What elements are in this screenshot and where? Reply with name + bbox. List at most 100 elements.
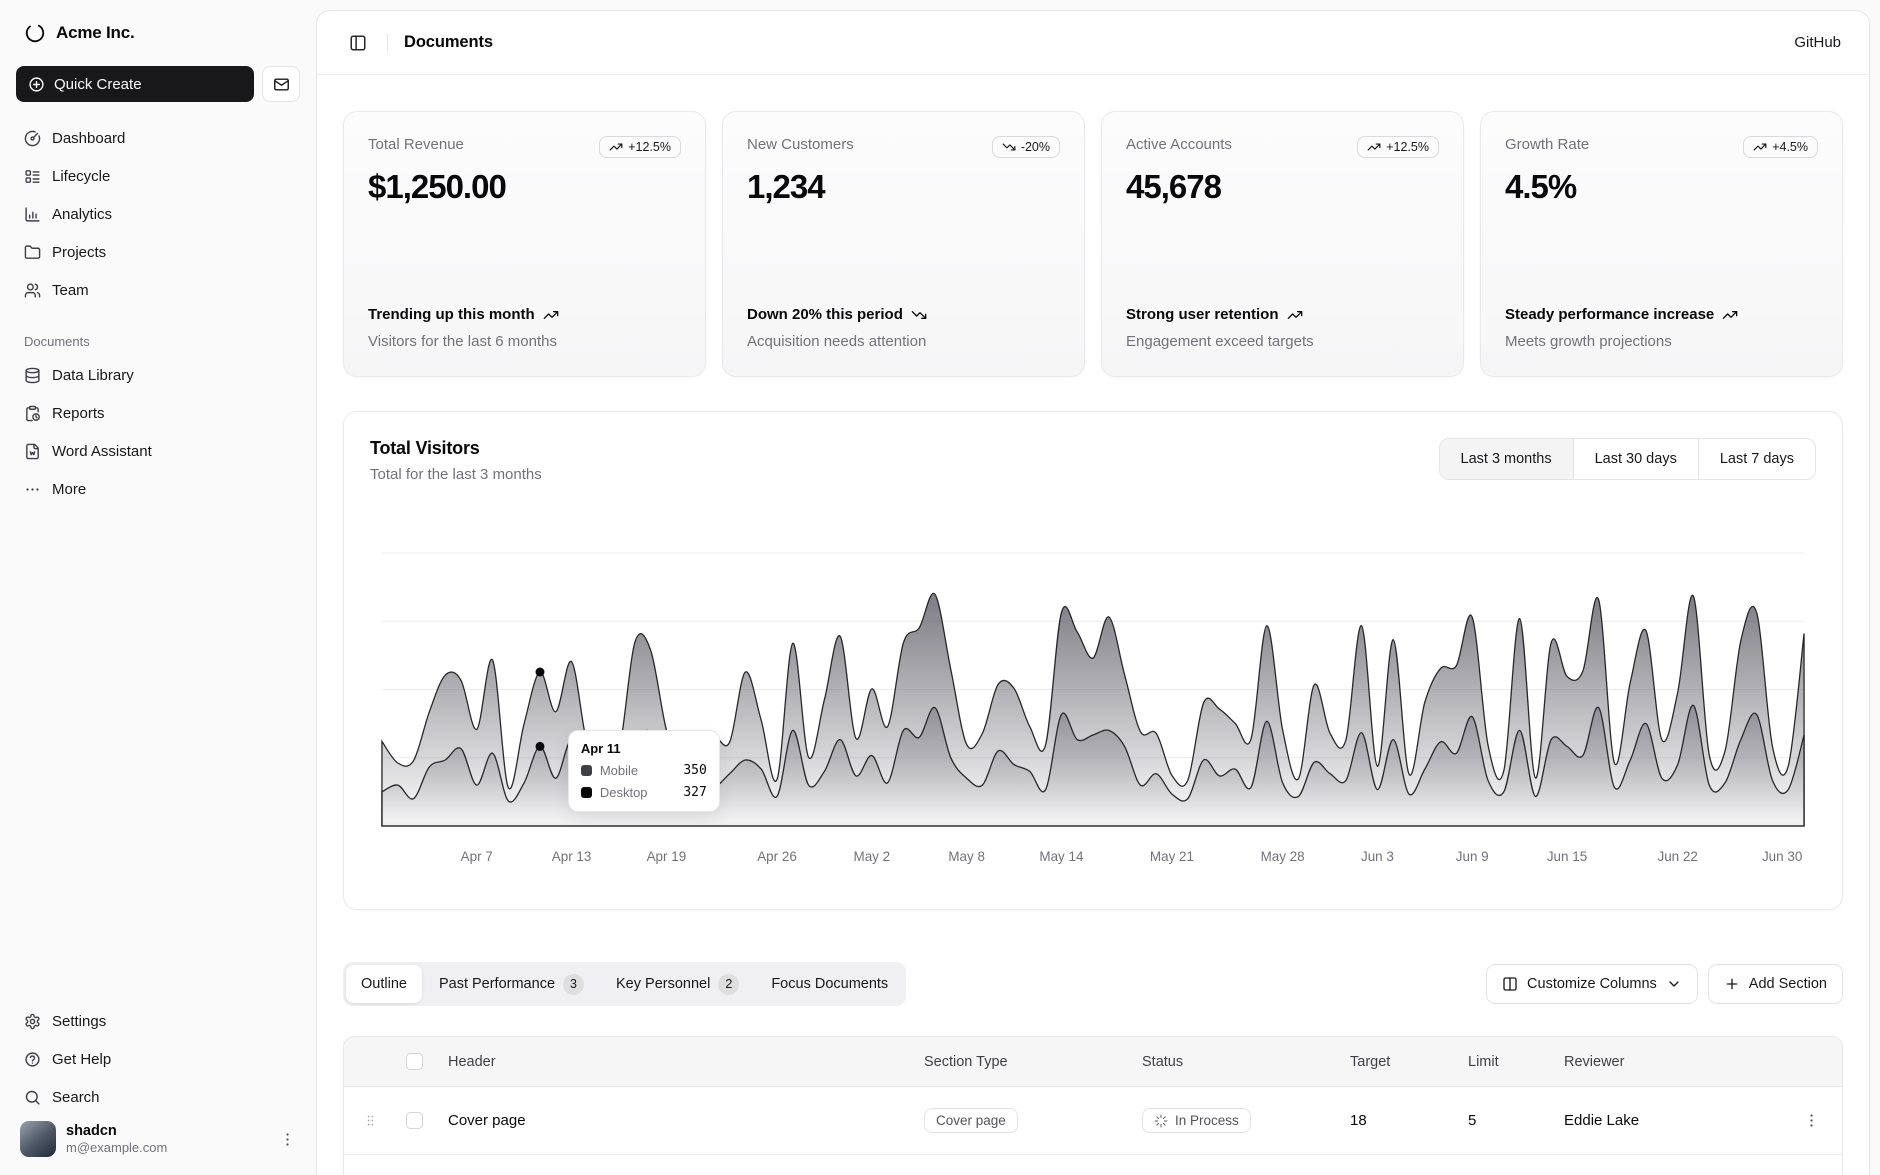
sidebar: Acme Inc. Quick Create Dashboard Lifecyc… (0, 0, 316, 1175)
trending-up-icon (1367, 140, 1381, 154)
visitors-area-chart[interactable]: Apr 7Apr 13Apr 19Apr 26May 2May 8May 14M… (370, 493, 1816, 883)
stat-card-growth-rate: Growth Rate +4.5% 4.5% Steady performanc… (1480, 111, 1843, 377)
gauge-icon (24, 130, 41, 147)
stat-value: 45,678 (1126, 168, 1439, 206)
table-tabs: Outline Past Performance 3 Key Personnel… (343, 962, 906, 1006)
org-name: Acme Inc. (56, 23, 135, 43)
stat-footer-title: Trending up this month (368, 304, 535, 326)
sidebar-item-more[interactable]: More (16, 471, 300, 507)
row-checkbox[interactable] (406, 1112, 423, 1129)
table-row: Cover page Cover page In Process 18 5 Ed… (344, 1087, 1842, 1155)
area-chart-svg: Apr 7Apr 13Apr 19Apr 26May 2May 8May 14M… (370, 493, 1816, 883)
select-all-checkbox[interactable] (406, 1053, 423, 1070)
stat-value: 1,234 (747, 168, 1060, 206)
row-menu-button[interactable] (1790, 1112, 1832, 1129)
chart-subtitle: Total for the last 3 months (370, 466, 542, 483)
main-panel: Documents GitHub Total Revenue +12.5% $1… (316, 10, 1870, 1175)
trend-badge: -20% (992, 136, 1060, 158)
ellipsis-icon (24, 481, 41, 498)
sidebar-item-reports[interactable]: Reports (16, 395, 300, 431)
svg-text:Apr 7: Apr 7 (461, 849, 493, 864)
stat-label: Total Revenue (368, 136, 464, 153)
tab-focus-documents[interactable]: Focus Documents (756, 965, 903, 1003)
stat-card-active-accounts: Active Accounts +12.5% 45,678 Strong use… (1101, 111, 1464, 377)
stats-grid: Total Revenue +12.5% $1,250.00 Trending … (343, 111, 1843, 377)
tab-count-badge: 2 (718, 974, 739, 995)
org-switcher[interactable]: Acme Inc. (16, 14, 300, 52)
stat-card-new-customers: New Customers -20% 1,234 Down 20% this p… (722, 111, 1085, 377)
trending-up-icon (1722, 307, 1738, 323)
stat-label: Growth Rate (1505, 136, 1589, 153)
sidebar-item-search[interactable]: Search (16, 1079, 300, 1115)
stat-footer-desc: Acquisition needs attention (747, 333, 1060, 350)
stat-footer-desc: Meets growth projections (1505, 333, 1818, 350)
svg-text:May 21: May 21 (1150, 849, 1194, 864)
app-root: Acme Inc. Quick Create Dashboard Lifecyc… (0, 0, 1880, 1175)
sidebar-item-get-help[interactable]: Get Help (16, 1041, 300, 1077)
limit-value[interactable]: 5 (1446, 1112, 1554, 1129)
sidebar-item-projects[interactable]: Projects (16, 234, 300, 270)
documents-section-label: Documents (16, 334, 300, 349)
folder-icon (24, 244, 41, 261)
tab-key-personnel[interactable]: Key Personnel 2 (601, 965, 754, 1003)
row-header-link[interactable]: Cover page (448, 1112, 526, 1129)
sidebar-item-word-assistant[interactable]: Word Assistant (16, 433, 300, 469)
avatar (20, 1121, 56, 1157)
add-section-button[interactable]: Add Section (1708, 964, 1843, 1004)
table-header-row: Header Section Type Status Target Limit … (344, 1037, 1842, 1087)
stat-footer-desc: Engagement exceed targets (1126, 333, 1439, 350)
sidebar-item-settings[interactable]: Settings (16, 1003, 300, 1039)
trending-up-icon (609, 140, 623, 154)
file-word-icon (24, 443, 41, 460)
svg-text:Jun 22: Jun 22 (1657, 849, 1697, 864)
stat-footer-title: Strong user retention (1126, 304, 1279, 326)
stat-label: Active Accounts (1126, 136, 1232, 153)
sidebar-toggle-button[interactable] (345, 30, 371, 56)
svg-text:Apr 13: Apr 13 (552, 849, 592, 864)
svg-text:Jun 15: Jun 15 (1547, 849, 1587, 864)
loader-icon (1154, 1114, 1168, 1128)
drag-handle[interactable] (344, 1113, 396, 1128)
quick-create-button[interactable]: Quick Create (16, 66, 254, 102)
database-icon (24, 367, 41, 384)
trending-up-icon (1287, 307, 1303, 323)
stat-card-total-revenue: Total Revenue +12.5% $1,250.00 Trending … (343, 111, 706, 377)
sidebar-item-data-library[interactable]: Data Library (16, 357, 300, 393)
range-option-3-months[interactable]: Last 3 months (1440, 439, 1573, 479)
tab-past-performance[interactable]: Past Performance 3 (424, 965, 599, 1003)
column-header: Section Type (914, 1054, 1132, 1070)
sidebar-item-team[interactable]: Team (16, 272, 300, 308)
sidebar-item-analytics[interactable]: Analytics (16, 196, 300, 232)
inbox-button[interactable] (262, 66, 300, 102)
help-circle-icon (24, 1051, 41, 1068)
section-type-badge: Cover page (924, 1108, 1018, 1133)
customize-columns-button[interactable]: Customize Columns (1486, 964, 1698, 1004)
svg-text:May 8: May 8 (948, 849, 985, 864)
svg-text:May 28: May 28 (1261, 849, 1305, 864)
user-menu[interactable]: shadcn m@example.com (16, 1115, 300, 1157)
trend-badge: +12.5% (1357, 136, 1439, 158)
sidebar-spacer (16, 507, 300, 1003)
target-value[interactable]: 18 (1328, 1112, 1446, 1129)
grip-vertical-icon (363, 1113, 378, 1128)
clipboard-clock-icon (24, 405, 41, 422)
tab-count-badge: 3 (563, 974, 584, 995)
svg-text:May 2: May 2 (854, 849, 891, 864)
user-menu-trigger[interactable] (279, 1131, 296, 1148)
sidebar-item-dashboard[interactable]: Dashboard (16, 120, 300, 156)
trending-down-icon (911, 307, 927, 323)
range-option-30-days[interactable]: Last 30 days (1573, 439, 1698, 479)
circle-plus-icon (28, 76, 45, 93)
reviewer-value[interactable]: Eddie Lake (1554, 1112, 1780, 1129)
range-option-7-days[interactable]: Last 7 days (1698, 439, 1815, 479)
column-header: Reviewer (1554, 1054, 1780, 1070)
stat-footer-title: Steady performance increase (1505, 304, 1714, 326)
sidebar-item-lifecycle[interactable]: Lifecycle (16, 158, 300, 194)
user-email: m@example.com (66, 1140, 269, 1156)
topbar: Documents GitHub (317, 11, 1869, 75)
main-nav: Dashboard Lifecycle Analytics Projects T… (16, 120, 300, 308)
tab-outline[interactable]: Outline (346, 965, 422, 1003)
mail-icon (273, 76, 290, 93)
github-link[interactable]: GitHub (1794, 34, 1841, 51)
topbar-separator (387, 34, 388, 51)
